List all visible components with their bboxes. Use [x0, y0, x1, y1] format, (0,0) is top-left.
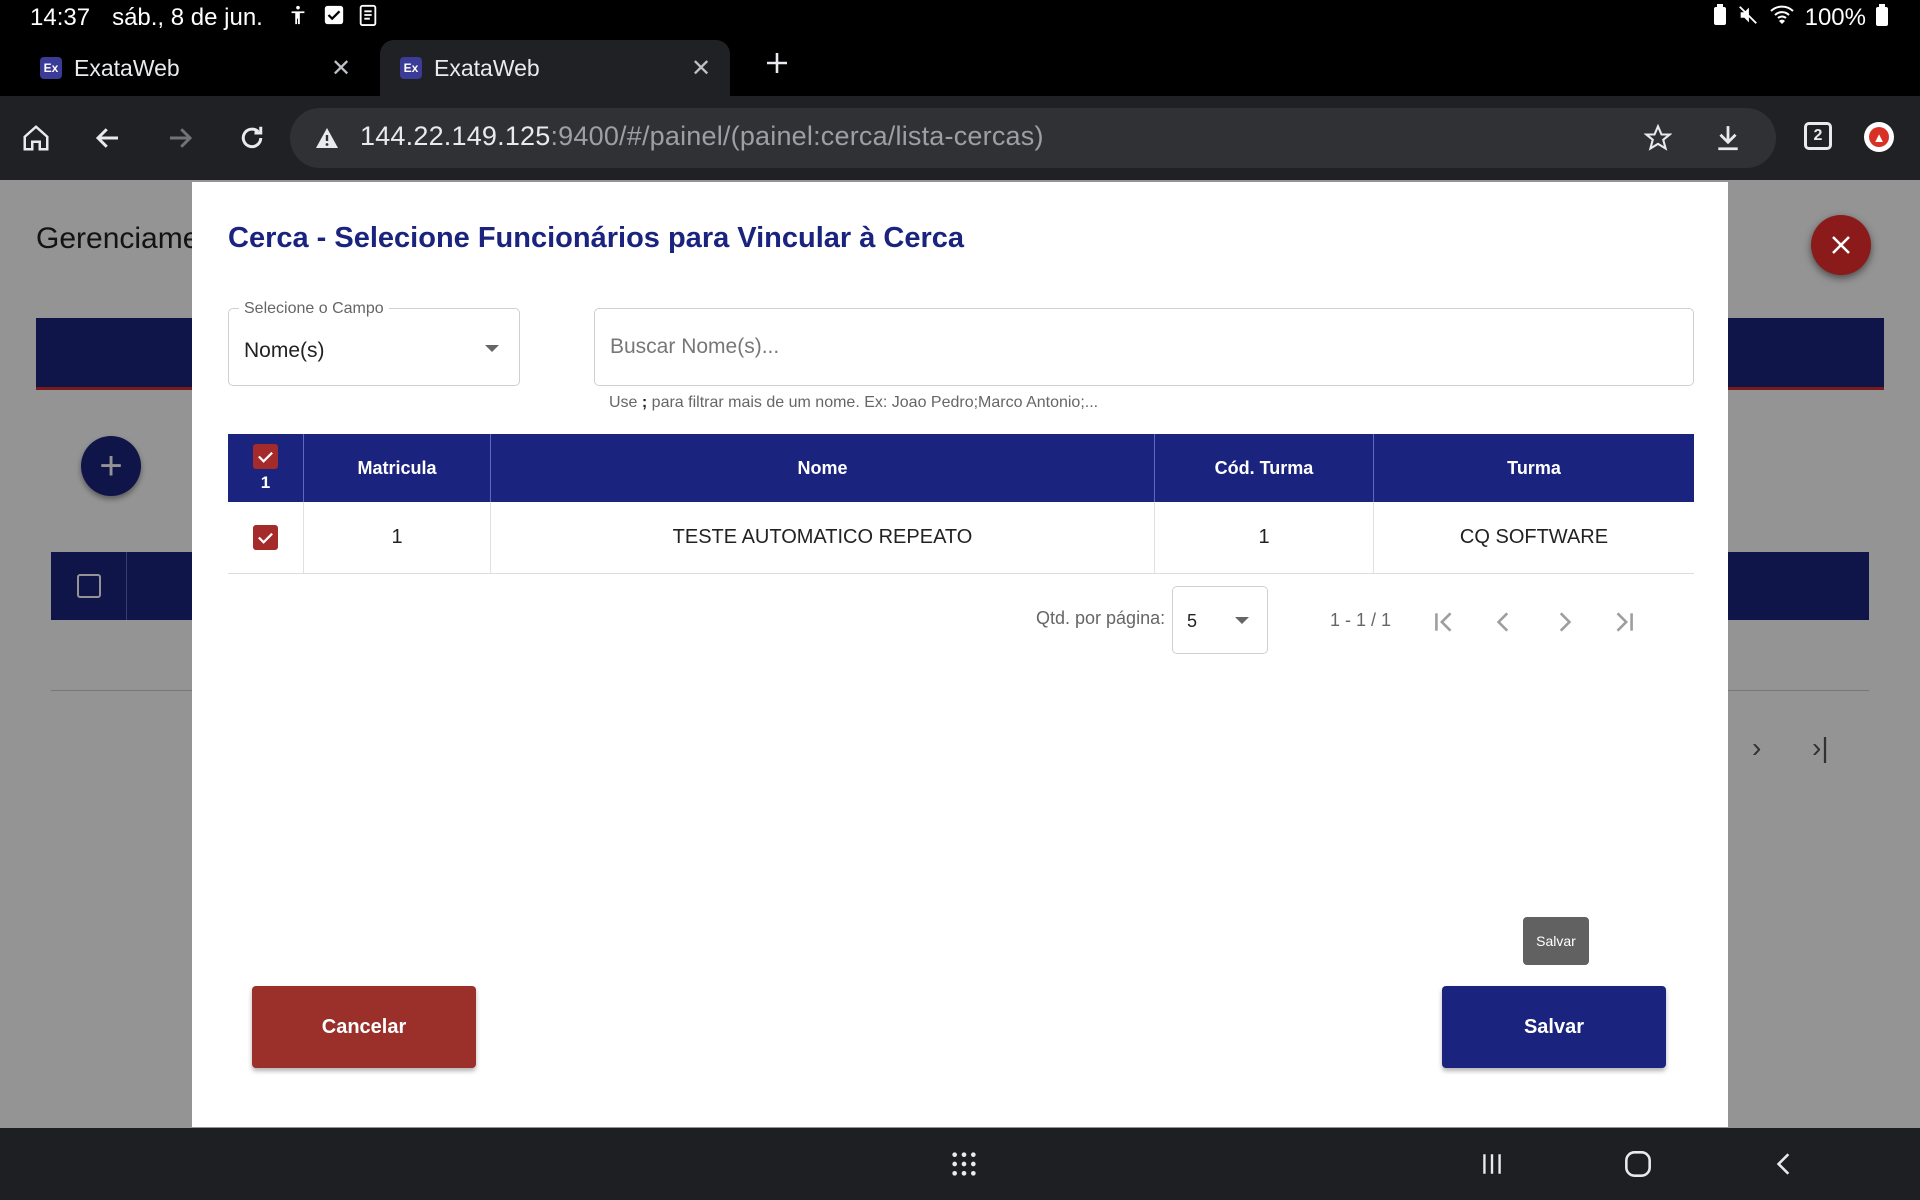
not-secure-warning-icon[interactable]	[312, 124, 342, 152]
forward-arrow-icon[interactable]	[160, 118, 200, 158]
status-time: 14:37	[30, 4, 91, 31]
field-select-value: Nome(s)	[244, 339, 325, 362]
reload-icon[interactable]	[232, 118, 272, 158]
browser-tab-2[interactable]: Ex ExataWeb ✕	[380, 40, 730, 96]
recent-apps-icon[interactable]	[1472, 1146, 1512, 1182]
dialog-title: Cerca - Selecione Funcionários para Vinc…	[228, 222, 965, 254]
search-field[interactable]	[594, 308, 1694, 386]
page-size-value: 5	[1187, 611, 1198, 631]
save-tooltip: Salvar	[1523, 917, 1589, 965]
url-host: 144.22.149.125	[360, 121, 551, 151]
battery-icon	[1876, 4, 1888, 32]
employee-table: 1 Matricula Nome Cód. Turma Turma 1 TEST…	[228, 434, 1694, 574]
checkbox-notification-icon	[323, 4, 345, 32]
home-icon[interactable]	[16, 118, 56, 158]
url-text: 144.22.149.125:9400/#/painel/(painel:cer…	[360, 121, 1044, 152]
paginator: Qtd. por página: 5 1 - 1 / 1	[228, 586, 1694, 656]
back-chevron-icon[interactable]	[1764, 1146, 1804, 1182]
last-page-icon[interactable]	[1606, 604, 1642, 640]
new-tab-plus-icon[interactable]	[760, 46, 794, 80]
page-range: 1 - 1 / 1	[1330, 610, 1392, 630]
checkmark-icon	[258, 451, 273, 463]
android-status-bar: 14:37 sáb., 8 de jun. 100%	[0, 0, 1920, 36]
site-favicon-icon: Ex	[400, 57, 422, 79]
column-header-matricula[interactable]: Matricula	[304, 434, 491, 502]
accessibility-icon	[287, 4, 309, 32]
field-select-label: Selecione o Campo	[239, 300, 389, 318]
dropdown-caret-icon	[485, 345, 499, 352]
browser-tab-1[interactable]: Ex ExataWeb ✕	[20, 40, 370, 96]
employee-select-dialog: Cerca - Selecione Funcionários para Vinc…	[192, 182, 1728, 1127]
download-icon[interactable]	[1710, 120, 1746, 156]
search-hint: Use ; para filtrar mais de um nome. Ex: …	[609, 394, 1098, 412]
battery-percent: 100%	[1804, 4, 1866, 31]
cancel-button[interactable]: Cancelar	[252, 986, 476, 1068]
tab-close-icon[interactable]: ✕	[326, 53, 356, 83]
tab-close-icon[interactable]: ✕	[686, 53, 716, 83]
cell-cod-turma: 1	[1155, 502, 1374, 573]
home-circle-icon[interactable]	[1618, 1146, 1658, 1182]
mute-icon	[1737, 4, 1759, 32]
column-header-turma[interactable]: Turma	[1374, 434, 1694, 502]
clipboard-notification-icon	[359, 4, 377, 32]
search-input[interactable]	[610, 331, 1670, 363]
table-row[interactable]: 1 TESTE AUTOMATICO REPEATO 1 CQ SOFTWARE	[228, 502, 1694, 574]
row-select-cell	[228, 502, 304, 573]
first-page-icon[interactable]	[1426, 604, 1462, 640]
app-drawer-icon[interactable]	[944, 1146, 984, 1182]
column-header-nome[interactable]: Nome	[491, 434, 1155, 502]
address-bar[interactable]: 144.22.149.125:9400/#/painel/(painel:cer…	[290, 108, 1776, 168]
back-arrow-icon[interactable]	[88, 118, 128, 158]
next-page-icon[interactable]	[1546, 604, 1582, 640]
tab-title: ExataWeb	[434, 54, 540, 81]
previous-page-icon[interactable]	[1486, 604, 1522, 640]
update-arrow-icon: ▲	[1869, 127, 1889, 147]
android-navigation-bar	[0, 1128, 1920, 1200]
wifi-icon	[1769, 4, 1795, 32]
field-select-dropdown[interactable]: Selecione o Campo Nome(s)	[228, 300, 520, 386]
selected-count: 1	[260, 472, 271, 492]
page-size-select[interactable]: 5	[1172, 586, 1268, 654]
battery-saver-icon	[1713, 4, 1727, 32]
hint-prefix: Use	[609, 394, 642, 411]
cell-matricula: 1	[304, 502, 491, 573]
table-header: 1 Matricula Nome Cód. Turma Turma	[228, 434, 1694, 502]
checkmark-icon	[258, 532, 273, 544]
site-favicon-icon: Ex	[40, 57, 62, 79]
bookmark-star-icon[interactable]	[1640, 120, 1676, 156]
close-icon	[1832, 236, 1850, 254]
cell-nome: TESTE AUTOMATICO REPEATO	[491, 502, 1155, 573]
dropdown-caret-icon	[1235, 617, 1249, 624]
browser-tab-strip: Ex ExataWeb ✕ Ex ExataWeb ✕	[0, 36, 1920, 96]
row-checkbox[interactable]	[253, 525, 278, 550]
column-header-cod-turma[interactable]: Cód. Turma	[1155, 434, 1374, 502]
cell-turma: CQ SOFTWARE	[1459, 526, 1609, 548]
profile-update-icon[interactable]: ▲	[1864, 122, 1894, 152]
url-path: :9400/#/painel/(painel:cerca/lista-cerca…	[550, 121, 1044, 151]
status-date: sáb., 8 de jun.	[112, 4, 263, 31]
select-all-checkbox[interactable]	[253, 443, 278, 469]
page-size-label: Qtd. por página:	[1036, 608, 1166, 628]
close-dialog-button[interactable]	[1811, 215, 1871, 275]
browser-toolbar: 144.22.149.125:9400/#/painel/(painel:cer…	[0, 96, 1920, 180]
hint-suffix: para filtrar mais de um nome. Ex: Joao P…	[647, 394, 1099, 411]
save-button[interactable]: Salvar	[1442, 986, 1666, 1068]
select-all-cell: 1	[228, 434, 304, 502]
tab-switcher-button[interactable]: 2	[1804, 122, 1832, 150]
tab-title: ExataWeb	[74, 54, 180, 81]
